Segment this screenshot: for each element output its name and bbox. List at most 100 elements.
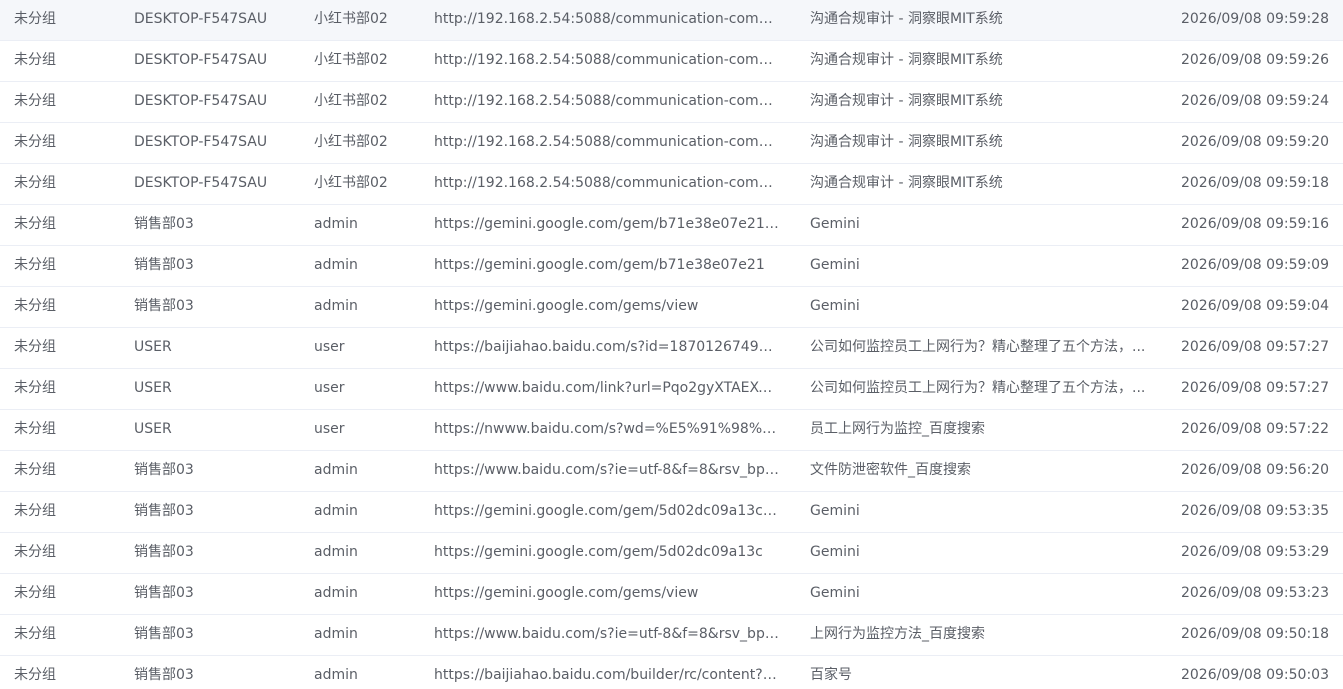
computer-cell: DESKTOP-F547SAU <box>134 11 268 27</box>
computer-cell: USER <box>134 380 172 396</box>
url-cell: https://gemini.google.com/gems/view <box>434 585 699 601</box>
time-cell: 2026/09/08 09:56:20 <box>1180 462 1329 478</box>
computer-cell: 销售部03 <box>134 298 194 314</box>
page-title-cell: Gemini <box>810 544 860 560</box>
table-row[interactable]: 未分组 DESKTOP-F547SAU 小红书部02 http://192.168.2… <box>0 41 1343 82</box>
time-cell: 2026/09/08 09:57:27 <box>1180 380 1329 396</box>
table-row[interactable]: 未分组 销售部03 admin https://gemini.google.com/g… <box>0 205 1343 246</box>
table-row[interactable]: 未分组 销售部03 admin https://gemini.google.com/g… <box>0 287 1343 328</box>
group-cell: 未分组 <box>14 380 56 396</box>
group-cell: 未分组 <box>14 585 56 601</box>
computer-cell: DESKTOP-F547SAU <box>134 134 268 150</box>
group-cell: 未分组 <box>14 175 56 191</box>
page-title-cell: 公司如何监控员工上网行为？精心整理了五个方法，... <box>810 339 1146 355</box>
time-cell: 2026/09/08 09:59:26 <box>1180 52 1329 68</box>
url-cell: http://192.168.2.54:5088/communication-c… <box>434 175 780 191</box>
group-cell: 未分组 <box>14 667 56 683</box>
computer-cell: 销售部03 <box>134 667 194 683</box>
page-title-cell: Gemini <box>810 503 860 519</box>
url-cell: http://192.168.2.54:5088/communication-c… <box>434 11 780 27</box>
computer-cell: USER <box>134 339 172 355</box>
table-row[interactable]: 未分组 DESKTOP-F547SAU 小红书部02 http://192.168.2… <box>0 123 1343 164</box>
table-row[interactable]: 未分组 销售部03 admin https://gemini.google.com/g… <box>0 574 1343 615</box>
user-cell: user <box>314 380 345 396</box>
time-cell: 2026/09/08 09:50:03 <box>1180 667 1329 683</box>
group-cell: 未分组 <box>14 339 56 355</box>
group-cell: 未分组 <box>14 462 56 478</box>
page-title-cell: Gemini <box>810 257 860 273</box>
table-row[interactable]: 未分组 USER user https://nwww.baidu.com/s?wd=%… <box>0 410 1343 451</box>
time-cell: 2026/09/08 09:59:18 <box>1180 175 1329 191</box>
table-row[interactable]: 未分组 DESKTOP-F547SAU 小红书部02 http://192.168.2… <box>0 82 1343 123</box>
url-cell: https://www.baidu.com/link?url=Pqo2gyXTA… <box>434 380 780 396</box>
time-cell: 2026/09/08 09:59:09 <box>1180 257 1329 273</box>
user-cell: user <box>314 421 345 437</box>
time-cell: 2026/09/08 09:59:24 <box>1180 93 1329 109</box>
table-row[interactable]: 未分组 销售部03 admin https://gemini.google.com/g… <box>0 246 1343 287</box>
group-cell: 未分组 <box>14 216 56 232</box>
url-cell: https://nwww.baidu.com/s?wd=%E5%91%98%E5… <box>434 421 780 437</box>
url-cell: https://gemini.google.com/gem/b71e38e07e… <box>434 216 780 232</box>
page-title-cell: 员工上网行为监控_百度搜索 <box>810 421 985 437</box>
group-cell: 未分组 <box>14 421 56 437</box>
url-cell: https://gemini.google.com/gem/5d02dc09a1… <box>434 503 780 519</box>
group-cell: 未分组 <box>14 134 56 150</box>
page-title-cell: Gemini <box>810 298 860 314</box>
url-cell: http://192.168.2.54:5088/communication-c… <box>434 93 780 109</box>
user-cell: 小红书部02 <box>314 134 388 150</box>
user-cell: 小红书部02 <box>314 11 388 27</box>
url-cell: http://192.168.2.54:5088/communication-c… <box>434 52 780 68</box>
user-cell: user <box>314 339 345 355</box>
computer-cell: 销售部03 <box>134 257 194 273</box>
table-row[interactable]: 未分组 DESKTOP-F547SAU 小红书部02 http://192.168.2… <box>0 164 1343 205</box>
url-cell: https://baijiahao.baidu.com/builder/rc/c… <box>434 667 780 683</box>
time-cell: 2026/09/08 09:57:27 <box>1180 339 1329 355</box>
table-row[interactable]: 未分组 销售部03 admin https://www.baidu.com/s?ie=… <box>0 451 1343 492</box>
page-title-cell: 沟通合规审计 - 洞察眼MIT系统 <box>810 175 1003 191</box>
computer-cell: USER <box>134 421 172 437</box>
page-title-cell: 文件防泄密软件_百度搜索 <box>810 462 971 478</box>
computer-cell: 销售部03 <box>134 585 194 601</box>
group-cell: 未分组 <box>14 503 56 519</box>
page-title-cell: 公司如何监控员工上网行为？精心整理了五个方法，... <box>810 380 1146 396</box>
url-cell: https://gemini.google.com/gem/b71e38e07e… <box>434 257 765 273</box>
user-cell: admin <box>314 503 358 519</box>
computer-cell: 销售部03 <box>134 503 194 519</box>
table-row[interactable]: 未分组 销售部03 admin https://baijiahao.baidu.com… <box>0 656 1343 689</box>
user-cell: admin <box>314 462 358 478</box>
user-cell: 小红书部02 <box>314 93 388 109</box>
table-row[interactable]: 未分组 DESKTOP-F547SAU 小红书部02 http://192.168.2… <box>0 0 1343 41</box>
user-cell: admin <box>314 298 358 314</box>
url-cell: https://baijiahao.baidu.com/s?id=1870126… <box>434 339 780 355</box>
url-cell: http://192.168.2.54:5088/communication-c… <box>434 134 780 150</box>
time-cell: 2026/09/08 09:59:16 <box>1180 216 1329 232</box>
table-row[interactable]: 未分组 销售部03 admin https://gemini.google.com/g… <box>0 492 1343 533</box>
group-cell: 未分组 <box>14 93 56 109</box>
table-row[interactable]: 未分组 销售部03 admin https://www.baidu.com/s?ie=… <box>0 615 1343 656</box>
user-cell: admin <box>314 257 358 273</box>
time-cell: 2026/09/08 09:57:22 <box>1180 421 1329 437</box>
table-row[interactable]: 未分组 USER user https://www.baidu.com/link?ur… <box>0 369 1343 410</box>
group-cell: 未分组 <box>14 626 56 642</box>
time-cell: 2026/09/08 09:59:20 <box>1180 134 1329 150</box>
page-title-cell: 沟通合规审计 - 洞察眼MIT系统 <box>810 11 1003 27</box>
page-title-cell: 上网行为监控方法_百度搜索 <box>810 626 985 642</box>
table-row[interactable]: 未分组 USER user https://baijiahao.baidu.com/s… <box>0 328 1343 369</box>
user-cell: admin <box>314 544 358 560</box>
page-title-cell: Gemini <box>810 216 860 232</box>
page-title-cell: Gemini <box>810 585 860 601</box>
group-cell: 未分组 <box>14 544 56 560</box>
web-history-table: 未分组 DESKTOP-F547SAU 小红书部02 http://192.168.2… <box>0 0 1343 689</box>
user-cell: admin <box>314 585 358 601</box>
page-title-cell: 沟通合规审计 - 洞察眼MIT系统 <box>810 93 1003 109</box>
page-title-cell: 沟通合规审计 - 洞察眼MIT系统 <box>810 134 1003 150</box>
url-cell: https://gemini.google.com/gems/view <box>434 298 699 314</box>
user-cell: admin <box>314 626 358 642</box>
computer-cell: DESKTOP-F547SAU <box>134 52 268 68</box>
time-cell: 2026/09/08 09:53:35 <box>1180 503 1329 519</box>
page-title-cell: 百家号 <box>810 667 852 683</box>
table-row[interactable]: 未分组 销售部03 admin https://gemini.google.com/g… <box>0 533 1343 574</box>
user-cell: admin <box>314 667 358 683</box>
group-cell: 未分组 <box>14 11 56 27</box>
url-cell: https://www.baidu.com/s?ie=utf-8&f=8&rsv… <box>434 626 780 642</box>
